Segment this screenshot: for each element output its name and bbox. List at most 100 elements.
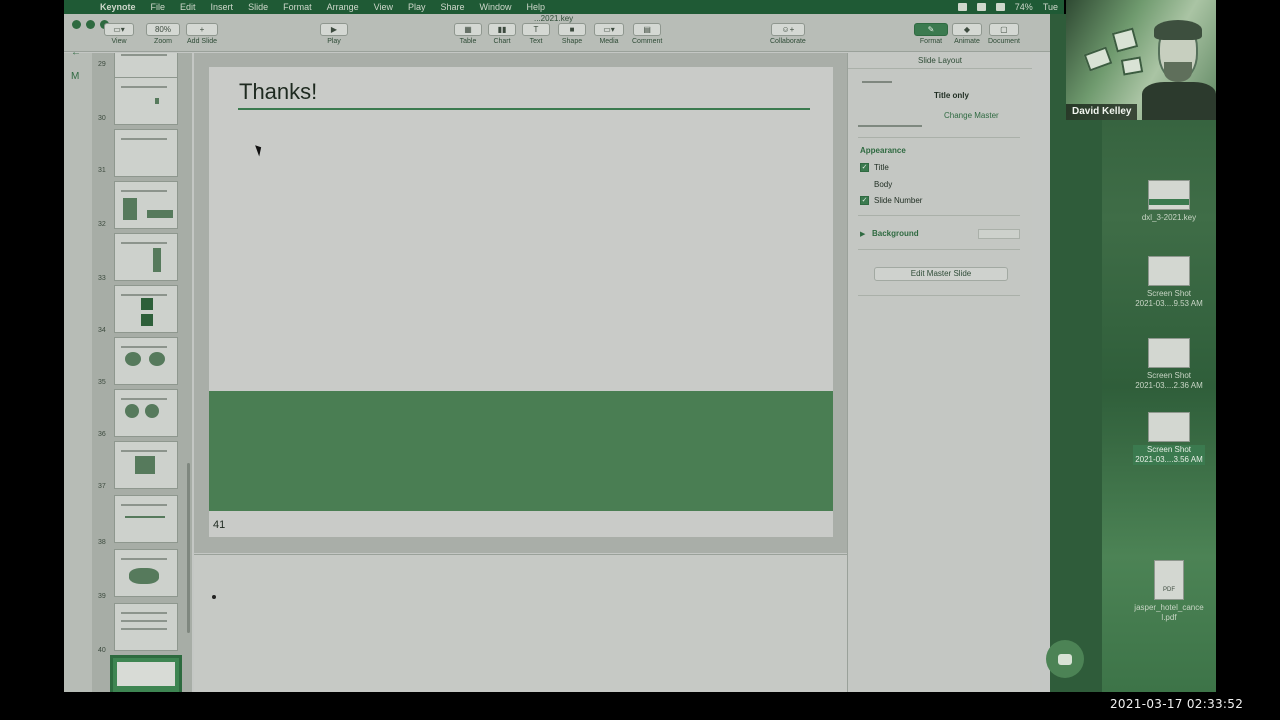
slide-number: 33 (98, 275, 106, 282)
slide-thumbnail[interactable] (114, 495, 178, 543)
desktop-file-screenshot-3[interactable]: Screen Shot 2021-03....3.56 AM (1124, 412, 1214, 465)
document-button[interactable]: ▢ Document (988, 23, 1020, 45)
drive-icon[interactable] (976, 3, 986, 11)
menu-slide[interactable]: Slide (248, 2, 268, 12)
chat-bubble-icon[interactable] (1046, 640, 1084, 678)
layout-thumbnail[interactable] (858, 75, 922, 127)
add-slide-label: Add Slide (187, 38, 217, 45)
divider (858, 215, 1020, 216)
pdf-file-icon: PDF (1154, 560, 1184, 600)
view-button[interactable]: ▭▾ View (104, 23, 134, 45)
menu-help[interactable]: Help (527, 2, 546, 12)
battery-percent[interactable]: 74% (1015, 2, 1033, 12)
title-underline (238, 108, 810, 110)
chart-label: Chart (493, 38, 511, 45)
slide-thumbnails: 29 30 31 32 33 34 35 36 37 38 39 40 (96, 53, 192, 692)
body-checkbox-label: Body (874, 180, 893, 189)
slide-number: 31 (98, 167, 106, 174)
slide-number: 38 (98, 539, 106, 546)
slide-thumbnail[interactable] (114, 77, 178, 125)
slide-number-checkbox[interactable]: ✓ (860, 196, 869, 205)
menu-window[interactable]: Window (480, 2, 512, 12)
slide-thumbnail[interactable] (114, 389, 178, 437)
chart-button[interactable]: ▮▮ Chart (488, 23, 516, 45)
slide-thumbnail[interactable] (114, 129, 178, 177)
mail-icon[interactable]: M (71, 71, 83, 82)
menu-play[interactable]: Play (408, 2, 426, 12)
edit-master-slide-button[interactable]: Edit Master Slide (874, 267, 1008, 281)
background-fill-well[interactable] (978, 229, 1020, 239)
slide-number: 29 (98, 61, 106, 68)
presenter-notes[interactable] (194, 554, 847, 692)
collaborate-button[interactable]: ☺+ Collaborate (770, 23, 806, 45)
person-hair (1154, 20, 1202, 40)
navigator-scrollbar[interactable] (187, 463, 190, 633)
current-slide[interactable]: Thanks! 41 (209, 67, 833, 537)
dropbox-icon[interactable] (957, 3, 967, 11)
slide-thumbnail[interactable] (114, 181, 178, 229)
animate-button[interactable]: ◆ Animate (952, 23, 982, 45)
slide-number-label: 41 (213, 519, 226, 531)
notes-bullet (212, 595, 216, 599)
close-window-button[interactable] (72, 20, 81, 29)
slide-thumbnail-selected[interactable] (110, 655, 182, 692)
disclosure-triangle-icon[interactable]: ▶ (860, 230, 865, 238)
desktop-file-keynote[interactable]: dxl_3-2021.key (1124, 180, 1214, 223)
slide-number: 37 (98, 483, 106, 490)
minimize-window-button[interactable] (86, 20, 95, 29)
format-button[interactable]: ✎ Format (914, 23, 948, 45)
menu-file[interactable]: File (151, 2, 166, 12)
background-heading[interactable]: Background (872, 229, 919, 238)
media-button[interactable]: ▭▾ Media (594, 23, 624, 45)
back-arrow-icon[interactable]: ← (71, 47, 83, 58)
menu-format[interactable]: Format (283, 2, 312, 12)
title-checkbox[interactable]: ✓ (860, 163, 869, 172)
change-master-button[interactable]: Change Master (944, 111, 999, 120)
menu-arrange[interactable]: Arrange (327, 2, 359, 12)
recording-timestamp: 2021-03-17 02:33:52 (1110, 697, 1244, 711)
media-icon: ▭▾ (594, 23, 624, 36)
shape-button[interactable]: ■ Shape (558, 23, 586, 45)
mouse-cursor-icon (255, 143, 264, 157)
slide-thumbnail[interactable] (114, 549, 178, 597)
text-label: Text (529, 38, 543, 45)
desktop-file-screenshot-1[interactable]: Screen Shot 2021-03....9.53 AM (1124, 256, 1214, 309)
layout-name: Title only (934, 91, 969, 100)
image-file-icon (1148, 256, 1190, 286)
appearance-heading: Appearance (860, 146, 906, 155)
menubar-clock[interactable]: Tue (1043, 2, 1058, 12)
comment-label: Comment (632, 38, 663, 45)
slide-thumbnail[interactable] (114, 285, 178, 333)
shape-icon: ■ (558, 23, 586, 36)
wifi-icon[interactable] (995, 3, 1005, 11)
menu-app-name[interactable]: Keynote (100, 2, 136, 12)
comment-button[interactable]: ▤ Comment (632, 23, 662, 45)
menu-edit[interactable]: Edit (180, 2, 196, 12)
desktop-file-screenshot-2[interactable]: Screen Shot 2021-03....2.36 AM (1124, 338, 1214, 391)
table-button[interactable]: ▦ Table (454, 23, 482, 45)
slide-number: 39 (98, 593, 106, 600)
slide-title[interactable]: Thanks! (239, 79, 317, 105)
slide-number: 35 (98, 379, 106, 386)
menu-insert[interactable]: Insert (211, 2, 234, 12)
menu-view[interactable]: View (374, 2, 393, 12)
add-slide-button[interactable]: + Add Slide (186, 23, 218, 45)
text-button[interactable]: T Text (522, 23, 550, 45)
slide-thumbnail[interactable] (114, 337, 178, 385)
document-label: Document (988, 38, 1020, 45)
zoom-button[interactable]: 80% Zoom (146, 23, 180, 45)
desktop-file-pdf[interactable]: PDF jasper_hotel_cance l.pdf (1124, 560, 1214, 623)
slide-thumbnail[interactable] (114, 603, 178, 651)
paintbrush-icon: ✎ (914, 23, 948, 36)
divider (858, 137, 1020, 138)
slide-thumbnail[interactable] (114, 441, 178, 489)
toolbar: ...2021.key ▭▾ View 80% Zoom + Add Slide… (64, 14, 1050, 52)
play-icon: ▶ (320, 23, 348, 36)
comment-icon: ▤ (633, 23, 662, 36)
play-button[interactable]: ▶ Play (320, 23, 348, 45)
desktop-file-label: jasper_hotel_cance l.pdf (1134, 603, 1204, 622)
slide-number: 34 (98, 327, 106, 334)
text-icon: T (522, 23, 550, 36)
slide-thumbnail[interactable] (114, 233, 178, 281)
menu-share[interactable]: Share (441, 2, 465, 12)
